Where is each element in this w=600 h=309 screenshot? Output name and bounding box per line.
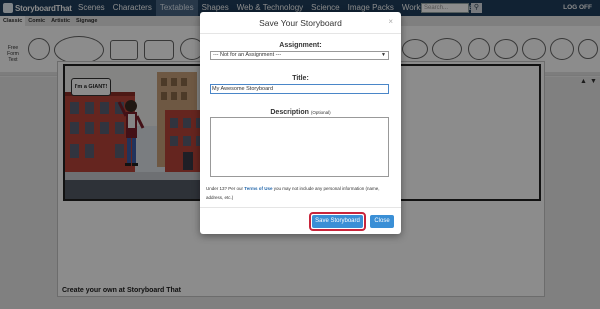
description-optional-text: (Optional) <box>310 110 331 115</box>
dialog-title: Save Your Storyboard <box>259 18 342 28</box>
assignment-label: Assignment: <box>279 42 322 49</box>
assignment-select-value: --- Not for an Assignment --- <box>213 52 282 58</box>
description-textarea[interactable] <box>210 117 389 177</box>
assignment-select[interactable]: --- Not for an Assignment --- ▼ <box>210 51 389 60</box>
dialog-footer-divider <box>200 207 401 208</box>
save-storyboard-dialog: Save Your Storyboard × Assignment: --- N… <box>200 12 401 234</box>
chevron-down-icon: ▼ <box>381 52 386 58</box>
close-icon[interactable]: × <box>388 17 393 26</box>
title-label: Title: <box>292 75 309 82</box>
dialog-header: Save Your Storyboard × <box>200 12 401 34</box>
terms-of-use-link[interactable]: Terms of Use <box>244 186 272 191</box>
description-label: Description (Optional) <box>200 109 401 116</box>
close-button[interactable]: Close <box>370 215 394 228</box>
save-storyboard-button[interactable]: Save Storyboard <box>312 215 363 228</box>
description-label-text: Description <box>270 109 309 116</box>
title-input[interactable]: My Awesome Storyboard <box>210 84 389 94</box>
privacy-note-prefix: Under 13? Per our <box>206 186 244 191</box>
privacy-note: Under 13? Per our Terms of Use you may n… <box>206 184 394 202</box>
